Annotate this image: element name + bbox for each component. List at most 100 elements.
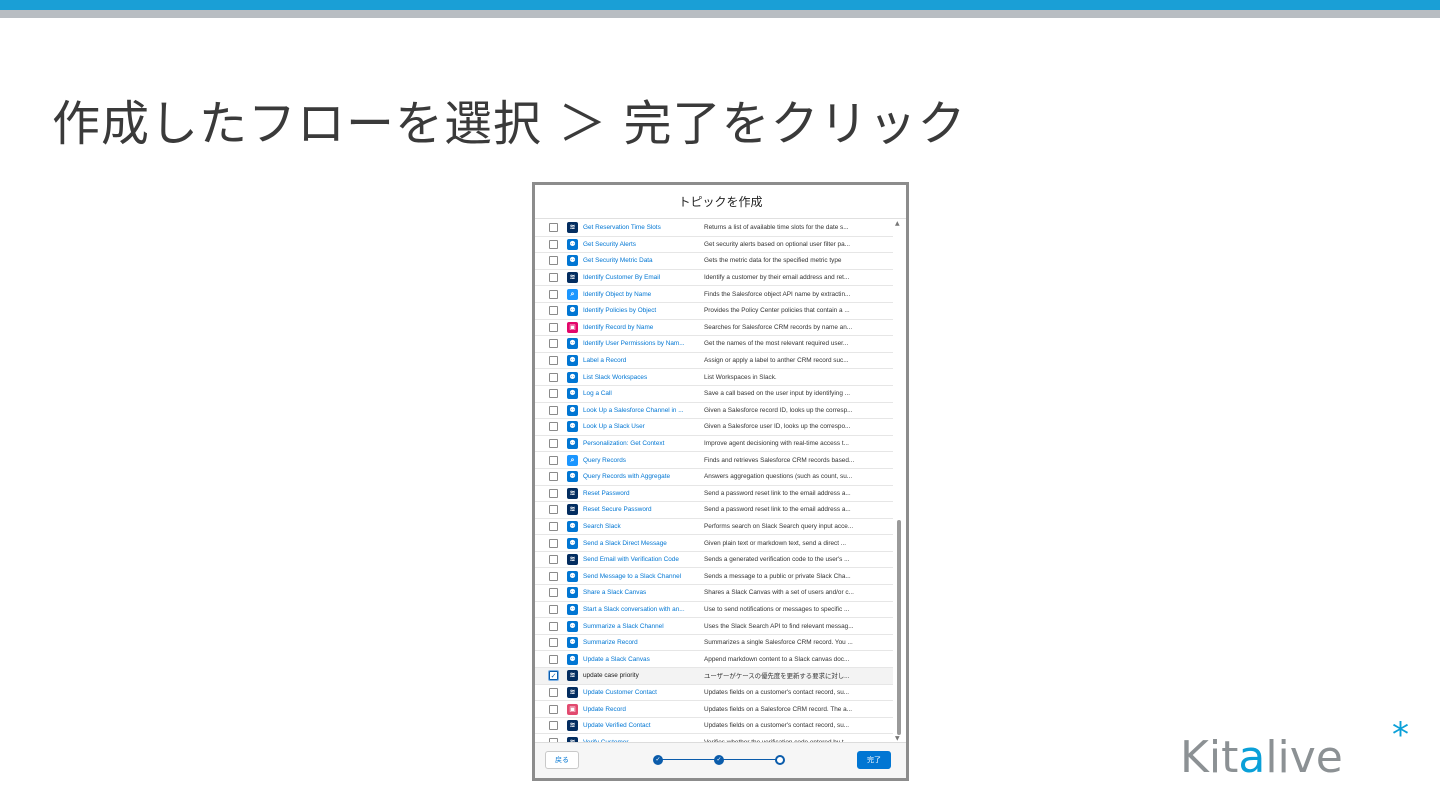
action-checkbox[interactable] <box>549 422 558 432</box>
action-name[interactable]: List Slack Workspaces <box>583 374 700 381</box>
action-row[interactable]: ≋Verify CustomerVerifies whether the ver… <box>535 734 893 742</box>
action-checkbox[interactable] <box>549 356 558 366</box>
action-name[interactable]: Query Records <box>583 457 700 464</box>
action-row[interactable]: ▣ Update Record Updates fields on a Salesf… <box>535 701 893 718</box>
action-row[interactable]: ≋ Send Email with Verification Code Sends … <box>535 552 893 569</box>
action-checkbox[interactable] <box>549 571 558 581</box>
action-checkbox[interactable] <box>549 521 558 531</box>
action-checkbox[interactable] <box>549 687 558 697</box>
action-checkbox[interactable] <box>549 721 558 731</box>
action-checkbox[interactable] <box>549 488 558 498</box>
action-row[interactable]: ▣ Identify Record by Name Searches for Sal… <box>535 320 893 337</box>
action-row[interactable]: ≋ Identify Customer By Email Identify a cu… <box>535 270 893 287</box>
action-name[interactable]: Summarize Record <box>583 639 700 646</box>
action-row[interactable]: ⚉ Log a Call Save a call based on the user… <box>535 386 893 403</box>
action-name[interactable]: Label a Record <box>583 357 700 364</box>
action-name[interactable]: Get Security Metric Data <box>583 257 700 264</box>
action-row[interactable]: ⚉ Search Slack Performs search on Slack Se… <box>535 519 893 536</box>
action-checkbox[interactable] <box>549 322 558 332</box>
action-checkbox[interactable] <box>549 472 558 482</box>
action-row[interactable]: ✓ ≋ update case priority ユーザーがケースの優先度を更新する要… <box>535 668 893 685</box>
action-row[interactable]: ⚉ Send Message to a Slack Channel Sends a … <box>535 568 893 586</box>
action-checkbox[interactable] <box>549 604 558 614</box>
action-row[interactable]: ⌕ Identify Object by Name Finds the Salesf… <box>535 286 893 303</box>
action-row[interactable]: ⚉ Identify User Permissions by Nam... Get … <box>535 336 893 353</box>
action-name[interactable]: Update a Slack Canvas <box>583 656 700 663</box>
action-name[interactable]: Query Records with Aggregate <box>583 473 700 480</box>
action-row[interactable]: ⚉ Personalization: Get Context Improve age… <box>535 436 893 453</box>
action-row[interactable]: ⚉ Label a Record Assign or apply a label t… <box>535 353 893 370</box>
action-row[interactable]: ≋ Reset Password Send a password reset lin… <box>535 486 893 503</box>
action-name[interactable]: Reset Password <box>583 490 700 497</box>
action-checkbox[interactable] <box>549 505 558 515</box>
action-row[interactable]: ≋ Get Reservation Time Slots Returns a lis… <box>535 220 893 237</box>
action-row[interactable]: ⌕ Query Records Finds and retrieves Salesf… <box>535 452 893 469</box>
action-row[interactable]: ⚉ Send a Slack Direct Message Given plain … <box>535 535 893 552</box>
action-checkbox[interactable] <box>549 704 558 714</box>
action-name[interactable]: Identify Object by Name <box>583 291 700 298</box>
action-row[interactable]: ⚉ Update a Slack Canvas Append markdown co… <box>535 651 893 669</box>
action-row[interactable]: ⚉ Get Security Alerts Get security alerts … <box>535 237 893 254</box>
action-row[interactable]: ≋ Update Customer Contact Updates fields o… <box>535 685 893 702</box>
action-checkbox[interactable] <box>549 372 558 382</box>
action-row[interactable]: ⚉ Look Up a Slack User Given a Salesforce … <box>535 419 893 436</box>
action-checkbox[interactable]: ✓ <box>549 671 558 681</box>
action-name[interactable]: Get Security Alerts <box>583 241 700 248</box>
action-row[interactable]: ⚉ Query Records with Aggregate Answers agg… <box>535 469 893 486</box>
action-name[interactable]: Log a Call <box>583 390 700 397</box>
action-checkbox[interactable] <box>549 223 558 233</box>
action-name[interactable]: Send Message to a Slack Channel <box>583 573 700 580</box>
action-checkbox[interactable] <box>549 439 558 449</box>
action-name[interactable]: Look Up a Salesforce Channel in ... <box>583 407 700 414</box>
action-checkbox[interactable] <box>549 339 558 349</box>
scroll-down-icon[interactable]: ▼ <box>895 735 900 742</box>
action-checkbox[interactable] <box>549 389 558 399</box>
action-name[interactable]: Summarize a Slack Channel <box>583 623 700 630</box>
action-row[interactable]: ⚉ Share a Slack Canvas Shares a Slack Canv… <box>535 585 893 602</box>
action-row[interactable]: ⚉ Summarize a Slack Channel Uses the Slack… <box>535 618 893 635</box>
action-row[interactable]: ⚉ Start a Slack conversation with an... Us… <box>535 602 893 619</box>
action-name[interactable]: Update Verified Contact <box>583 722 700 729</box>
action-row[interactable]: ⚉ Identify Policies by Object Provides the… <box>535 303 893 320</box>
action-name[interactable]: Share a Slack Canvas <box>583 589 700 596</box>
action-row[interactable]: ⚉ Look Up a Salesforce Channel in ... Give… <box>535 403 893 420</box>
action-checkbox[interactable] <box>549 588 558 598</box>
action-name[interactable]: Send Email with Verification Code <box>583 556 700 563</box>
action-row[interactable]: ⚉ Get Security Metric Data Gets the metric… <box>535 253 893 270</box>
scrollbar-thumb[interactable] <box>897 520 901 735</box>
action-checkbox[interactable] <box>549 621 558 631</box>
action-name[interactable]: Identify Record by Name <box>583 324 700 331</box>
action-row[interactable]: ⚉ List Slack Workspaces List Workspaces in… <box>535 369 893 386</box>
action-checkbox[interactable] <box>549 306 558 316</box>
action-checkbox[interactable] <box>549 256 558 266</box>
action-name[interactable]: Update Record <box>583 706 700 713</box>
action-name[interactable]: Identify User Permissions by Nam... <box>583 340 700 347</box>
action-checkbox[interactable] <box>549 638 558 648</box>
action-checkbox[interactable] <box>549 289 558 299</box>
action-row[interactable]: ≋ Reset Secure Password Send a password re… <box>535 502 893 519</box>
action-checkbox[interactable] <box>549 538 558 548</box>
action-checkbox[interactable] <box>549 405 558 415</box>
action-name[interactable]: Send a Slack Direct Message <box>583 540 700 547</box>
action-checkbox[interactable] <box>549 455 558 465</box>
action-name[interactable]: Start a Slack conversation with an... <box>583 606 700 613</box>
action-row[interactable]: ⚉ Summarize Record Summarizes a single Sal… <box>535 635 893 652</box>
scroll-up-icon[interactable]: ▲ <box>895 220 900 227</box>
action-name[interactable]: Search Slack <box>583 523 700 530</box>
action-checkbox[interactable] <box>549 555 558 565</box>
action-name[interactable]: Identify Policies by Object <box>583 307 700 314</box>
action-name[interactable]: Look Up a Slack User <box>583 423 700 430</box>
action-name[interactable]: Update Customer Contact <box>583 689 700 696</box>
action-name[interactable]: update case priority <box>583 672 700 679</box>
action-checkbox[interactable] <box>549 239 558 249</box>
action-name[interactable]: Reset Secure Password <box>583 506 700 513</box>
action-name[interactable]: Personalization: Get Context <box>583 440 700 447</box>
action-checkbox[interactable] <box>549 273 558 283</box>
action-name[interactable]: Identify Customer By Email <box>583 274 700 281</box>
back-button[interactable]: 戻る <box>545 751 579 769</box>
list-scrollbar[interactable]: ▲ ▼ <box>895 220 903 742</box>
done-button[interactable]: 完了 <box>857 751 891 769</box>
action-row[interactable]: ≋ Update Verified Contact Updates fields o… <box>535 718 893 735</box>
action-checkbox[interactable] <box>549 654 558 664</box>
action-name[interactable]: Get Reservation Time Slots <box>583 224 700 231</box>
